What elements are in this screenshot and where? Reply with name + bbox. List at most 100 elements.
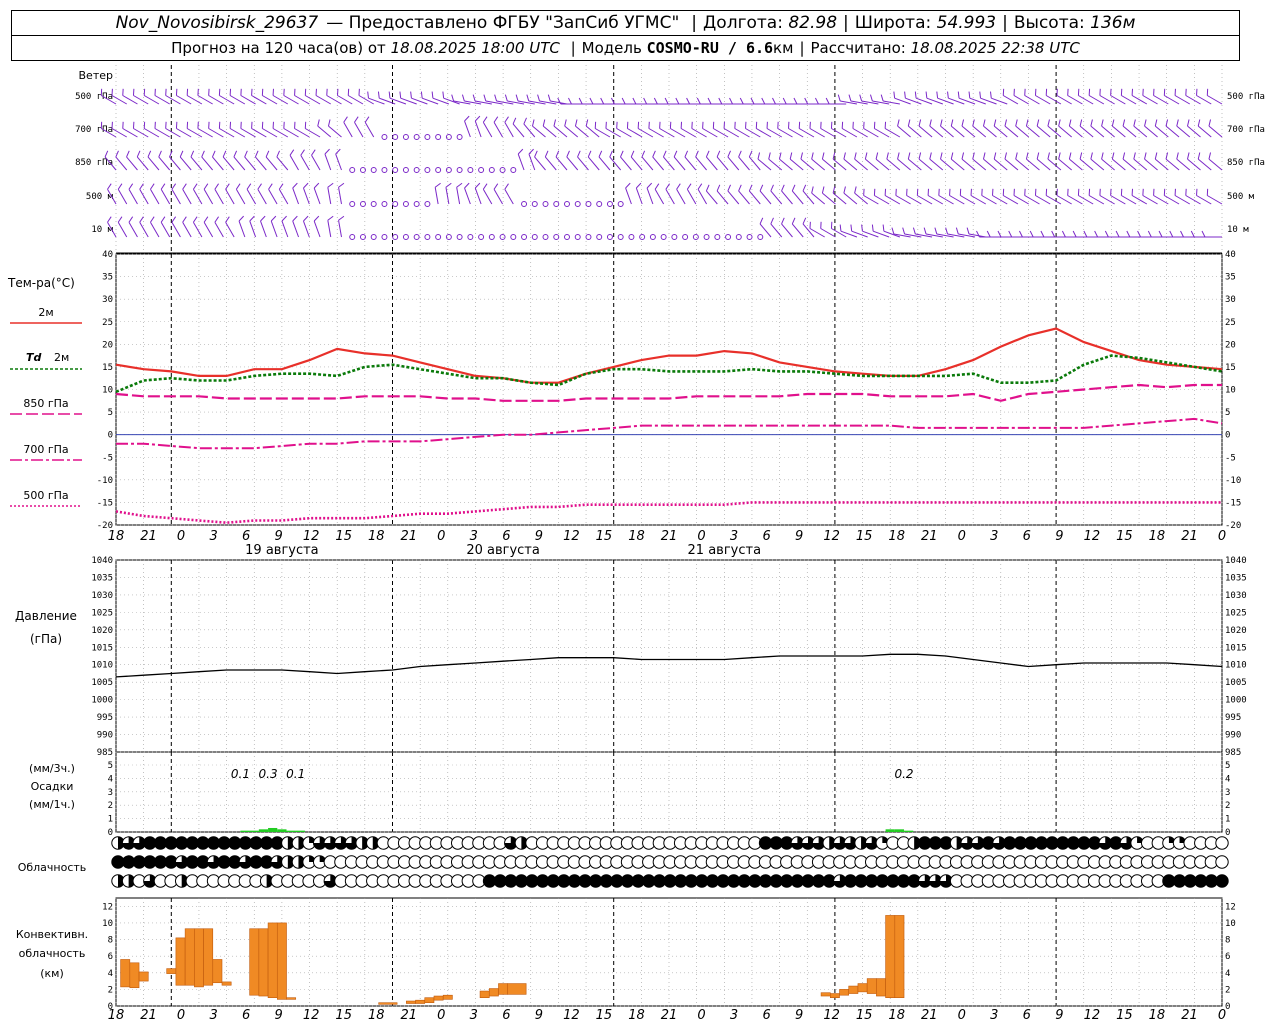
barb-flag xyxy=(632,97,637,105)
calm-circle xyxy=(617,234,624,240)
barb-flag xyxy=(315,88,317,96)
calm-circle xyxy=(413,167,420,173)
barb-staff xyxy=(738,190,750,205)
calm-circle xyxy=(542,201,549,207)
wind-barb xyxy=(729,97,750,105)
wind-barb xyxy=(150,216,160,238)
barb-flag xyxy=(235,183,241,190)
barb-flag xyxy=(940,152,943,160)
barb-staff xyxy=(192,222,203,238)
barb-staff xyxy=(544,156,557,171)
barb-staff xyxy=(147,156,160,171)
wind-barb xyxy=(574,201,581,207)
barb-flag xyxy=(1079,119,1083,127)
x-tick-label-bottom: 21 xyxy=(140,1008,157,1023)
barb-staff xyxy=(646,187,654,205)
calm-circle xyxy=(606,201,613,207)
wind-barb xyxy=(456,182,463,205)
barb-staff xyxy=(663,156,675,171)
barb-staff xyxy=(493,122,503,138)
barb-flag xyxy=(1002,188,1005,196)
calm-circle xyxy=(488,167,495,173)
x-tick-label-bottom: 21 xyxy=(921,1008,938,1023)
barb-staff xyxy=(482,122,493,138)
barb-flag xyxy=(326,88,328,96)
barb-flag xyxy=(643,97,648,105)
barb-flag xyxy=(875,152,879,160)
barb-flag xyxy=(791,184,796,192)
barb-flag xyxy=(695,150,699,158)
barb-flag xyxy=(1201,230,1206,238)
barb-flag xyxy=(150,183,155,190)
barb-flag xyxy=(825,97,830,105)
calm-circle xyxy=(413,201,420,207)
barb-flag xyxy=(727,184,731,192)
conv-cloud-bar xyxy=(221,981,232,986)
pressure-tick-left: 1030 xyxy=(91,591,113,601)
temp-tick-left: 0 xyxy=(108,431,113,441)
barb-flag xyxy=(1169,230,1174,238)
wind-barb xyxy=(467,234,474,240)
wind-barb xyxy=(354,116,364,138)
x-tick-label-bottom: 12 xyxy=(1084,1008,1101,1023)
wind-barb xyxy=(203,216,214,238)
barb-flag xyxy=(880,94,884,102)
barb-staff xyxy=(577,156,589,171)
barb-staff xyxy=(1036,158,1051,171)
barb-flag xyxy=(778,152,782,160)
x-tick-label-bottom: 18 xyxy=(888,1008,905,1023)
barb-staff xyxy=(1122,125,1137,138)
wind-barb xyxy=(179,150,192,171)
barb-flag xyxy=(947,91,949,99)
barb-flag xyxy=(1137,230,1142,238)
barb-flag xyxy=(869,94,873,102)
barb-staff xyxy=(335,153,342,171)
barb-flag xyxy=(1068,119,1072,127)
barb-flag xyxy=(1131,88,1134,96)
barb-flag xyxy=(696,97,701,105)
wind-barb xyxy=(782,97,804,105)
barb-staff xyxy=(854,192,868,205)
wind-barb xyxy=(117,183,128,205)
barb-flag xyxy=(1077,88,1080,96)
barb-staff xyxy=(474,187,482,205)
x-tick-label: 18 xyxy=(108,529,125,544)
barb-staff xyxy=(609,156,622,171)
barb-flag xyxy=(800,152,803,160)
wind-barb xyxy=(482,183,493,205)
conv-tick-left: 8 xyxy=(108,936,113,946)
barb-staff xyxy=(160,189,171,205)
barb-flag xyxy=(1034,88,1037,96)
precip-tick-right: 4 xyxy=(1225,774,1230,784)
pressure-tick-right: 1040 xyxy=(1225,556,1247,566)
wind-barb xyxy=(1040,230,1061,238)
conv-tick-left: 6 xyxy=(108,952,113,962)
wind-barb xyxy=(338,215,345,238)
barb-staff xyxy=(260,220,267,238)
barb-flag xyxy=(313,215,320,222)
barb-flag xyxy=(1029,230,1034,238)
x-tick-label-bottom: 15 xyxy=(856,1008,873,1023)
conv-cloud-bar xyxy=(212,959,223,984)
barb-staff xyxy=(630,156,643,171)
wind-barb xyxy=(577,150,589,171)
barb-flag xyxy=(225,183,230,190)
conv-cloud-bar xyxy=(876,978,886,997)
barb-flag xyxy=(940,119,943,127)
barb-flag xyxy=(1122,152,1126,160)
wind-barb xyxy=(692,234,699,240)
barb-flag xyxy=(1158,230,1163,238)
calm-circle xyxy=(392,134,399,140)
barb-staff xyxy=(822,192,836,205)
wind-barb xyxy=(739,97,761,105)
barb-staff xyxy=(182,222,192,238)
wind-barb xyxy=(707,97,729,105)
barb-staff xyxy=(802,223,815,238)
wind-barb xyxy=(1002,88,1019,105)
barb-staff xyxy=(1004,125,1019,138)
wind-barb xyxy=(606,201,613,207)
wind-barb xyxy=(160,216,171,238)
pressure-tick-right: 1000 xyxy=(1225,696,1247,706)
conv-cloud-bar xyxy=(848,985,859,994)
barb-staff xyxy=(800,158,815,171)
